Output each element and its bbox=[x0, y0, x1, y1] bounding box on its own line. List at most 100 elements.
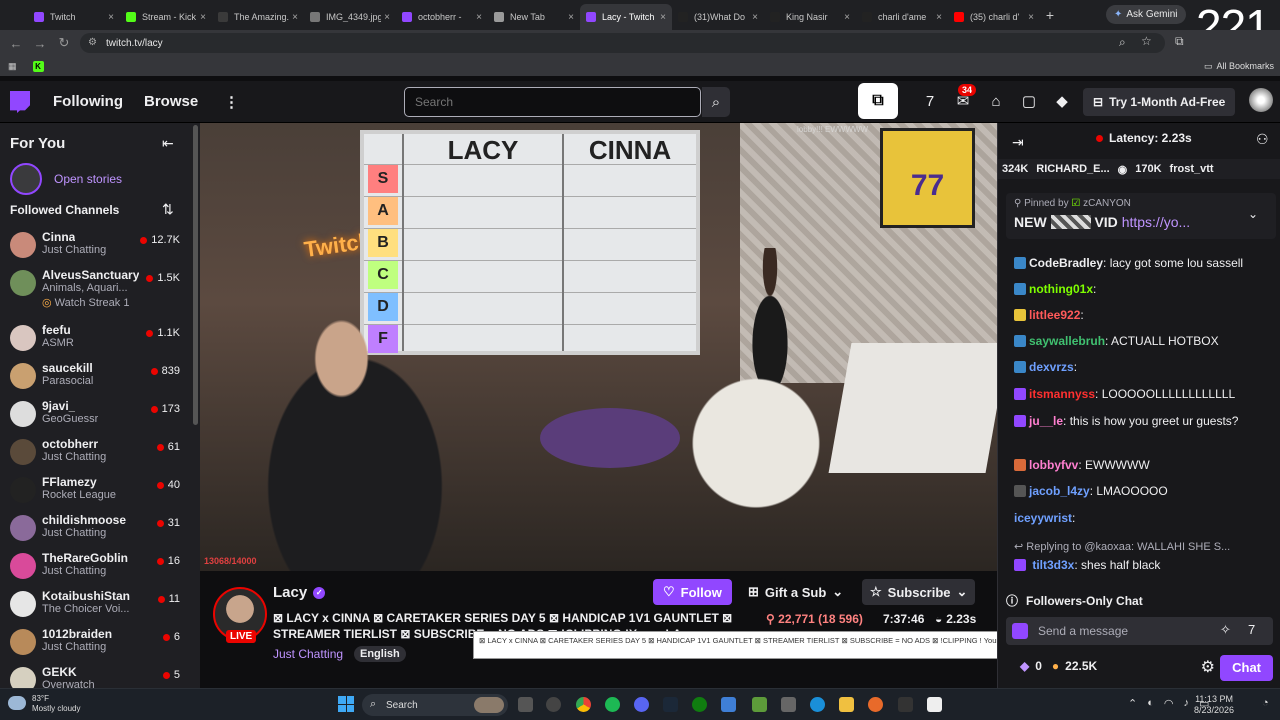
chevron-up-icon[interactable]: ⌃ bbox=[1128, 697, 1137, 710]
chat-message[interactable]: CodeBradley: lacy got some lou sassell bbox=[1014, 255, 1274, 271]
extension-icon[interactable]: ⧉ bbox=[858, 83, 898, 119]
chat-input[interactable]: Send a message ✧ 7 bbox=[1006, 617, 1273, 645]
ask-gemini-button[interactable]: ✦ Ask Gemini bbox=[1106, 5, 1186, 24]
channel-points[interactable]: ◆ 0 ● 22.5K bbox=[1020, 659, 1097, 673]
weather-widget[interactable]: 83°F Mostly cloudy bbox=[8, 694, 80, 714]
chrome-icon[interactable] bbox=[576, 697, 591, 712]
close-icon[interactable]: × bbox=[200, 12, 206, 23]
sidebar-channel[interactable]: KotaibushiStan The Choicer Voi... 11 bbox=[0, 585, 192, 623]
chat-username[interactable]: nothing01x bbox=[1029, 282, 1093, 296]
browser-tab[interactable]: octobherr - × bbox=[396, 4, 488, 30]
browser-tab[interactable]: Twitch × bbox=[28, 4, 120, 30]
chat-username[interactable]: saywallebruh bbox=[1029, 334, 1105, 348]
edge-icon[interactable] bbox=[810, 697, 825, 712]
network-icon[interactable]: ◐ bbox=[1147, 697, 1154, 710]
url-field[interactable]: ⚙ twitch.tv/lacy bbox=[80, 33, 1165, 53]
open-stories[interactable]: Open stories bbox=[10, 163, 122, 195]
chat-message[interactable]: littlee922: bbox=[1014, 307, 1274, 323]
browser-tab[interactable]: The Amazing... × bbox=[212, 4, 304, 30]
stream-tag[interactable]: English bbox=[354, 646, 406, 662]
chat-settings-icon[interactable] bbox=[1012, 623, 1028, 639]
sidebar-channel[interactable]: FFlamezy Rocket League 40 bbox=[0, 471, 192, 509]
chat-username[interactable]: CodeBradley bbox=[1029, 256, 1103, 270]
app-icon[interactable] bbox=[927, 697, 942, 712]
sidebar-channel[interactable]: feefu ASMR 1.1K bbox=[0, 319, 192, 357]
seventv-icon[interactable]: 7 bbox=[920, 92, 940, 112]
chat-message[interactable]: ju__le: this is how you greet ur guests? bbox=[1014, 413, 1274, 429]
chat-username[interactable]: itsmannyss bbox=[1029, 387, 1095, 401]
chat-message[interactable]: tilt3d3x: shes half black bbox=[1014, 557, 1274, 573]
more-menu-icon[interactable]: ⋮ bbox=[224, 93, 239, 111]
sidebar-channel[interactable]: childishmoose Just Chatting 31 bbox=[0, 509, 192, 547]
extensions-icon[interactable]: ⧉ bbox=[1175, 34, 1184, 49]
chat-message[interactable]: jacob_l4zy: LMAOOOOO bbox=[1014, 483, 1274, 499]
close-icon[interactable]: × bbox=[936, 12, 942, 23]
chat-message[interactable]: dexvrzs: bbox=[1014, 359, 1274, 375]
notification-bell-icon[interactable]: ◔ bbox=[1262, 697, 1269, 709]
file-explorer-icon[interactable] bbox=[839, 697, 854, 712]
sidebar-channel[interactable]: octobherr Just Chatting 61 bbox=[0, 433, 192, 471]
chat-username[interactable]: tilt3d3x bbox=[1032, 558, 1074, 572]
chat-message[interactable]: nothing01x: bbox=[1014, 281, 1274, 297]
app-icon[interactable] bbox=[781, 697, 796, 712]
browser-tab[interactable]: New Tab × bbox=[488, 4, 580, 30]
all-bookmarks[interactable]: ▭ All Bookmarks bbox=[1204, 61, 1274, 72]
sidebar-channel[interactable]: 1012braiden Just Chatting 6 bbox=[0, 623, 192, 661]
chat-username[interactable]: dexvrzs bbox=[1029, 360, 1074, 374]
follow-button[interactable]: ♡ Follow bbox=[653, 579, 732, 605]
collapse-chat-icon[interactable]: ⇥ bbox=[1012, 134, 1024, 151]
chat-send-button[interactable]: Chat bbox=[1220, 655, 1273, 681]
twitch-logo-icon[interactable] bbox=[10, 91, 30, 113]
browser-tab[interactable]: Stream - Kick × bbox=[120, 4, 212, 30]
nav-browse[interactable]: Browse bbox=[144, 93, 198, 110]
xbox-icon[interactable] bbox=[692, 697, 707, 712]
epic-games-icon[interactable] bbox=[898, 697, 913, 712]
video-player[interactable]: 77 Twitch LACY CINNA SABCDF 13068/14000 … bbox=[200, 123, 997, 571]
sidebar-channel[interactable]: GEKK Overwatch 5 bbox=[0, 661, 192, 688]
site-info-icon[interactable]: ⚙ bbox=[88, 37, 97, 48]
wifi-icon[interactable]: ◠ bbox=[1164, 697, 1174, 710]
sort-icon[interactable]: ⇅ bbox=[162, 201, 174, 218]
prime-icon[interactable]: ⌂ bbox=[986, 92, 1006, 112]
app-icon[interactable] bbox=[868, 697, 883, 712]
close-icon[interactable]: × bbox=[476, 12, 482, 23]
reply-context[interactable]: ↩ Replying to @kaoxaa: WALLAHI SHE S... bbox=[1014, 539, 1274, 555]
gear-icon[interactable]: ⚙ bbox=[1201, 657, 1215, 677]
sidebar-scrollbar[interactable] bbox=[193, 125, 198, 425]
browser-tab[interactable]: Lacy - Twitch × bbox=[580, 4, 672, 30]
close-icon[interactable]: × bbox=[752, 12, 758, 23]
close-icon[interactable]: × bbox=[384, 12, 390, 23]
volume-icon[interactable]: ♪ bbox=[1183, 697, 1189, 710]
stream-category[interactable]: Just Chatting bbox=[273, 647, 343, 661]
community-icon[interactable]: ⚇ bbox=[1256, 131, 1269, 148]
forward-icon[interactable]: → bbox=[28, 36, 52, 51]
browser-tab[interactable]: King Nasir × bbox=[764, 4, 856, 30]
kick-bookmark-icon[interactable]: K bbox=[32, 60, 44, 72]
ad-free-button[interactable]: ⊟ Try 1-Month Ad-Free bbox=[1083, 88, 1236, 116]
steam-icon[interactable] bbox=[663, 697, 678, 712]
user-avatar[interactable] bbox=[1249, 88, 1273, 112]
sidebar-channel[interactable]: Cinna Just Chatting 12.7K bbox=[0, 226, 192, 264]
new-tab-button[interactable]: + bbox=[1040, 7, 1060, 23]
back-icon[interactable]: ← bbox=[4, 36, 28, 51]
chat-message[interactable]: lobbyfvv: EWWWWW bbox=[1014, 457, 1274, 473]
search-input[interactable] bbox=[404, 87, 701, 117]
apps-icon[interactable]: ▦ bbox=[8, 61, 17, 72]
seventv-emote-icon[interactable]: 7 bbox=[1248, 622, 1255, 637]
start-button[interactable] bbox=[338, 696, 354, 712]
gift-sub-button[interactable]: ⊞ Gift a Sub ⌄ bbox=[740, 579, 851, 605]
pinned-message[interactable]: ⚲ Pinned by ☑ zCANYON NEW VID https://yo… bbox=[1006, 193, 1276, 239]
zoom-icon[interactable]: ⌕ bbox=[1119, 35, 1126, 50]
browser-tab[interactable]: IMG_4349.jpg × bbox=[304, 4, 396, 30]
app-icon[interactable] bbox=[546, 697, 561, 712]
chat-username[interactable]: littlee922 bbox=[1029, 308, 1080, 322]
chevron-down-icon[interactable]: ⌄ bbox=[1248, 207, 1258, 221]
sidebar-channel[interactable]: TheRareGoblin Just Chatting 16 bbox=[0, 547, 192, 585]
chat-username[interactable]: iceyywrist bbox=[1014, 511, 1072, 525]
chat-username[interactable]: ju__le bbox=[1029, 414, 1063, 428]
subscribe-button[interactable]: ☆ Subscribe ⌄ bbox=[862, 579, 976, 605]
search-button[interactable]: ⌕ bbox=[702, 87, 730, 117]
minecraft-icon[interactable] bbox=[752, 697, 767, 712]
sidebar-channel[interactable]: saucekill Parasocial 839 bbox=[0, 357, 192, 395]
sidebar-channel[interactable]: AlveusSanctuary Animals, Aquari... ◎ Watc… bbox=[0, 264, 192, 309]
